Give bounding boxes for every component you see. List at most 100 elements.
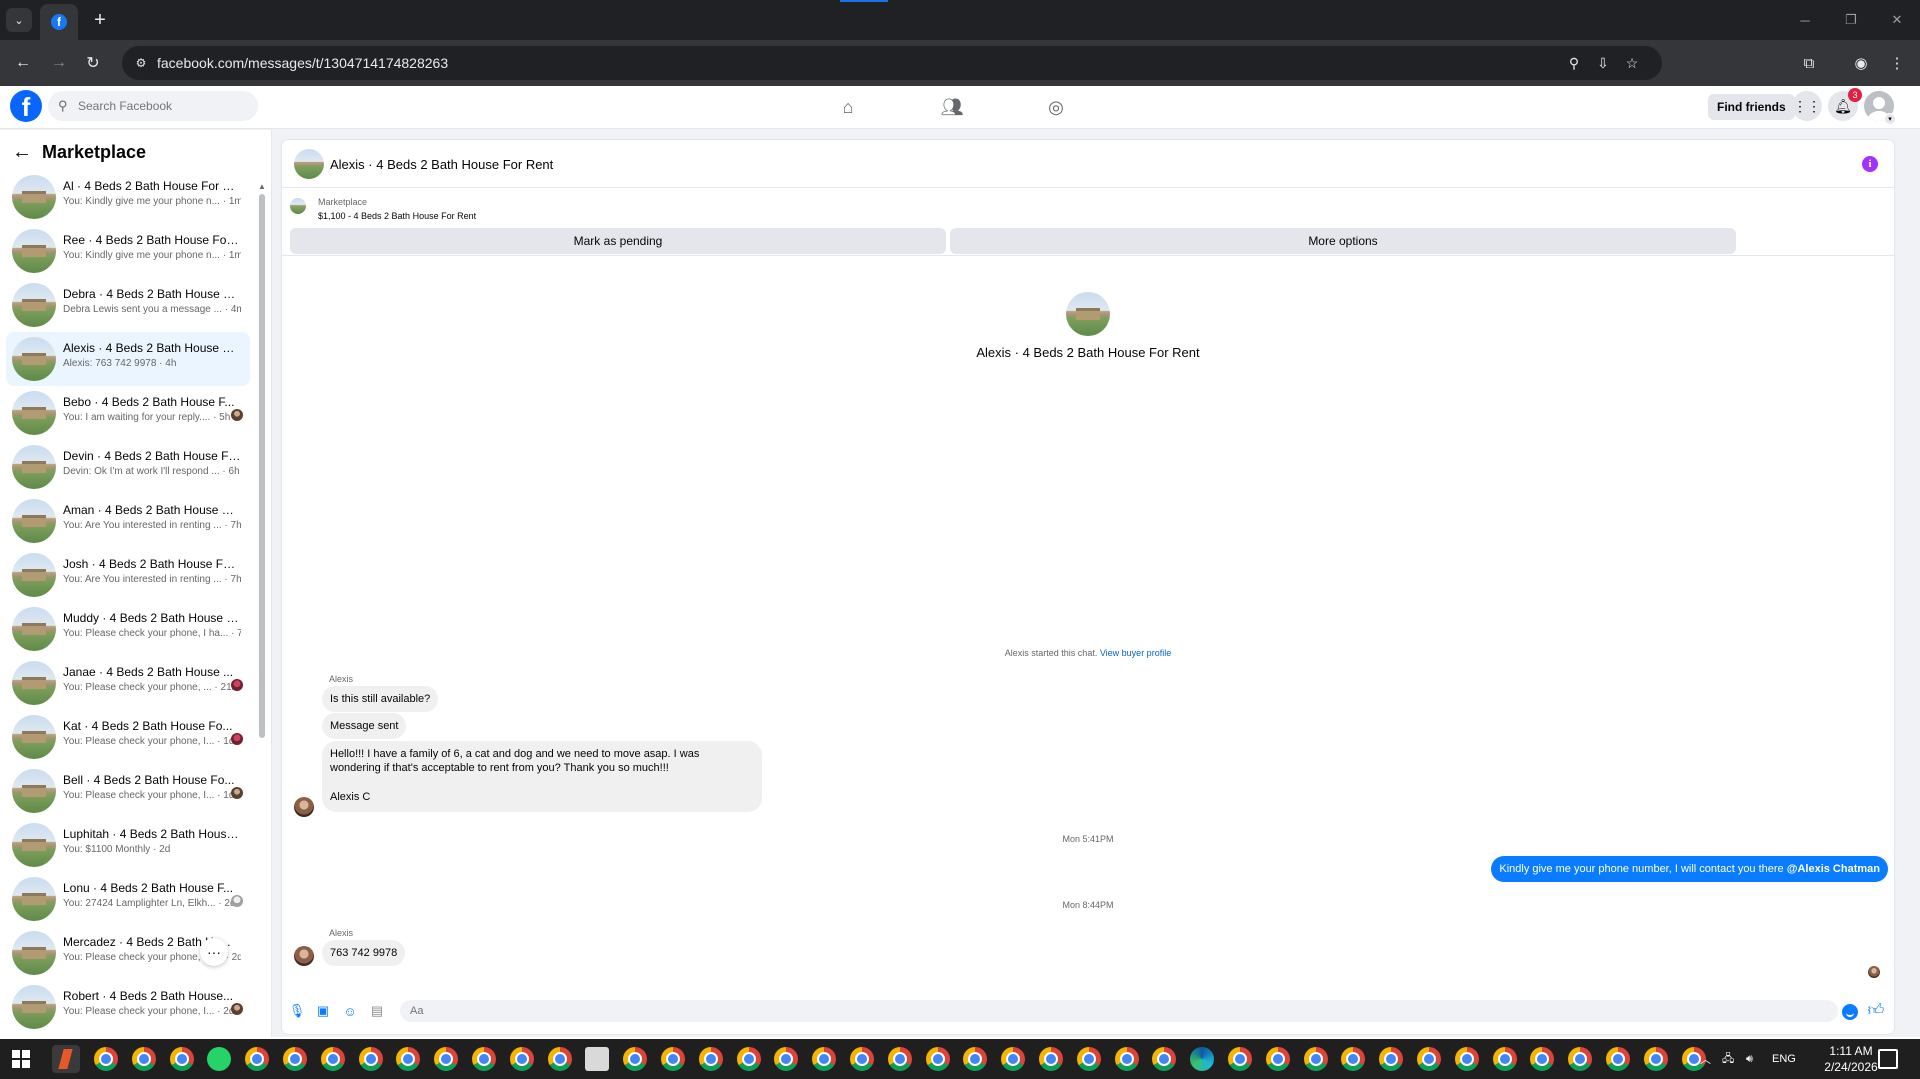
conversation-item[interactable]: Josh · 4 Beds 2 Bath House For ... You: A… <box>6 548 250 602</box>
browser-tab-facebook[interactable]: f <box>40 4 78 40</box>
extensions-icon[interactable]: ⧉ <box>1796 50 1822 76</box>
conversation-item[interactable]: Aman · 4 Beds 2 Bath House Fo... You: Are… <box>6 494 250 548</box>
chrome-app-icon[interactable] <box>850 1047 874 1071</box>
search-input[interactable] <box>78 99 248 113</box>
conversation-item[interactable]: Bell · 4 Beds 2 Bath House Fo... You: Ple… <box>6 764 250 818</box>
windows-start-icon[interactable] <box>12 1050 30 1068</box>
chrome-app-icon[interactable] <box>736 1047 761 1071</box>
message-bubble[interactable]: Message sent <box>322 713 407 739</box>
conversation-item[interactable]: Janae · 4 Beds 2 Bath House ... You: Plea… <box>6 656 250 710</box>
chrome-app-icon[interactable] <box>358 1047 383 1071</box>
chrome-app-icon[interactable] <box>509 1047 534 1071</box>
chrome-app-icon[interactable] <box>887 1047 912 1071</box>
search-box[interactable]: ⚲ <box>48 91 258 121</box>
chrome-app-icon[interactable] <box>472 1047 496 1071</box>
chrome-app-icon[interactable] <box>963 1047 988 1071</box>
listing-thumbnail[interactable] <box>294 149 324 179</box>
chrome-app-icon[interactable] <box>1265 1047 1290 1071</box>
chrome-app-icon[interactable] <box>94 1047 118 1071</box>
more-options-button[interactable]: More options <box>950 228 1736 254</box>
chrome-app-icon[interactable] <box>1530 1047 1555 1071</box>
chrome-app-icon[interactable] <box>547 1047 572 1071</box>
chrome-app-icon[interactable] <box>774 1047 799 1071</box>
chrome-app-icon[interactable] <box>320 1047 345 1071</box>
friends-icon[interactable]: 👥︎ <box>932 92 972 122</box>
more-options-icon[interactable]: ··· <box>200 938 228 966</box>
chrome-app-icon[interactable] <box>1303 1047 1328 1071</box>
conversation-item[interactable]: Debra · 4 Beds 2 Bath House Fo... Debra L… <box>6 278 250 332</box>
message-bubble[interactable]: 763 742 9978 <box>322 940 406 966</box>
scroll-up-icon[interactable]: ▲ <box>258 182 266 191</box>
forward-arrow-icon[interactable]: → <box>46 50 72 76</box>
sender-avatar[interactable] <box>294 797 314 817</box>
conversation-item[interactable]: Bebo · 4 Beds 2 Bath House F... You: I am… <box>6 386 250 440</box>
back-arrow-icon[interactable]: ← <box>10 50 36 76</box>
info-icon[interactable]: i <box>1862 156 1878 172</box>
conversation-item[interactable]: Al · 4 Beds 2 Bath House For Rent You: Ki… <box>6 170 250 224</box>
reload-icon[interactable]: ↻ <box>80 50 106 76</box>
chrome-app-icon[interactable] <box>661 1047 685 1071</box>
network-icon[interactable]: 🖧︎ <box>1722 1039 1734 1079</box>
minimize-icon[interactable]: ─ <box>1782 6 1828 34</box>
chrome-app-icon[interactable] <box>1001 1047 1026 1071</box>
chevron-down-icon[interactable]: ▾ <box>1884 113 1896 125</box>
conversation-item[interactable]: Devin · 4 Beds 2 Bath House Fo... Devin: … <box>6 440 250 494</box>
chrome-app-icon[interactable] <box>1568 1047 1593 1071</box>
tray-chevron-icon[interactable]: ︿ <box>1700 1039 1711 1079</box>
chrome-app-icon[interactable] <box>131 1047 156 1071</box>
new-tab-plus-icon[interactable]: + <box>88 8 112 32</box>
restore-icon[interactable]: ❐ <box>1828 6 1874 34</box>
photo-icon[interactable]: ▣ <box>314 1002 332 1020</box>
conversation-item[interactable]: Muddy · 4 Beds 2 Bath House F... You: Ple… <box>6 602 250 656</box>
message-input[interactable] <box>400 1000 1838 1022</box>
microphone-icon[interactable]: 🎙︎ <box>288 1002 306 1020</box>
system-clock[interactable]: 1:11 AM 2/24/2026 <box>1816 1043 1886 1075</box>
message-bubble[interactable]: Hello!!! I have a family of 6, a cat and… <box>322 741 762 812</box>
chrome-app-icon[interactable] <box>1114 1047 1139 1071</box>
chrome-app-icon[interactable] <box>1454 1047 1479 1071</box>
facebook-logo-icon[interactable]: f <box>10 90 42 122</box>
chrome-app-icon[interactable] <box>396 1047 421 1071</box>
tab-search-chevron-icon[interactable]: ⌄ <box>6 8 32 32</box>
chrome-app-icon[interactable] <box>925 1047 950 1071</box>
chrome-app-icon[interactable] <box>1228 1047 1252 1071</box>
emoji-icon[interactable] <box>1842 1004 1858 1020</box>
address-bar[interactable]: ⚙ facebook.com/messages/t/13047141748282… <box>122 46 1662 80</box>
conversation-item[interactable]: Kat · 4 Beds 2 Bath House Fo... You: Plea… <box>6 710 250 764</box>
chrome-app-icon[interactable] <box>1152 1047 1177 1071</box>
sticker-icon[interactable]: ☺ <box>341 1002 359 1020</box>
groups-icon[interactable]: ◎ <box>1036 92 1076 122</box>
chat-title[interactable]: Alexis · 4 Beds 2 Bath House For Rent <box>330 157 553 172</box>
edge-app-icon[interactable] <box>1190 1047 1215 1071</box>
chrome-app-icon[interactable] <box>1379 1047 1404 1071</box>
back-arrow-icon[interactable]: ← <box>12 141 38 164</box>
chrome-app-icon[interactable] <box>434 1047 459 1071</box>
bookmark-star-icon[interactable]: ☆ <box>1622 53 1642 73</box>
view-buyer-profile-link[interactable]: View buyer profile <box>1100 648 1171 658</box>
sidebar-scrollbar[interactable]: ▲ <box>258 182 266 1027</box>
thumbs-up-icon[interactable]: 👍︎ <box>1866 1000 1886 1020</box>
chrome-app-icon[interactable] <box>245 1047 270 1071</box>
chrome-app-icon[interactable] <box>1341 1047 1366 1071</box>
scrollbar-thumb[interactable] <box>259 194 265 738</box>
chrome-app-icon[interactable] <box>1643 1047 1668 1071</box>
close-icon[interactable]: ✕ <box>1874 6 1920 34</box>
conversation-item[interactable]: Ree · 4 Beds 2 Bath House For ... You: Ki… <box>6 224 250 278</box>
listing-title[interactable]: $1,100 - 4 Beds 2 Bath House For Rent <box>318 211 476 221</box>
zoom-icon[interactable]: ⚲ <box>1564 53 1584 73</box>
home-icon[interactable]: ⌂ <box>828 92 868 122</box>
conversation-item[interactable]: Alexis · 4 Beds 2 Bath House Fo... Alexis… <box>6 332 250 386</box>
conversation-item[interactable]: Robert · 4 Beds 2 Bath House... You: Plea… <box>6 980 250 1034</box>
whatsapp-app-icon[interactable] <box>207 1047 232 1071</box>
gif-icon[interactable]: ▤ <box>368 1002 386 1020</box>
chrome-app-icon[interactable] <box>812 1047 837 1071</box>
pinned-app-icon[interactable] <box>52 1045 80 1073</box>
chrome-app-icon[interactable] <box>1076 1047 1101 1071</box>
conversation-item[interactable]: Luphitah · 4 Beds 2 Bath House... You: $1… <box>6 818 250 872</box>
volume-icon[interactable]: 🔊︎ <box>1746 1039 1753 1079</box>
profile-icon[interactable]: ◉ <box>1848 50 1874 76</box>
message-bubble-outgoing[interactable]: Kindly give me your phone number, I will… <box>1491 856 1888 882</box>
mention[interactable]: @Alexis Chatman <box>1787 863 1880 875</box>
chrome-app-icon[interactable] <box>1039 1047 1063 1071</box>
sender-avatar[interactable] <box>294 946 314 966</box>
